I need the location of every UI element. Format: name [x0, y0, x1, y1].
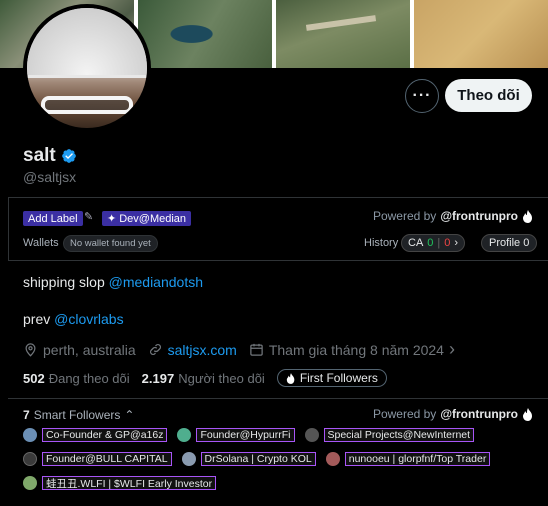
user-tag-label: Dev@Median: [119, 212, 187, 225]
followers-stat[interactable]: 2.197 Người theo dõi: [142, 371, 265, 386]
banner-tile: [276, 0, 410, 68]
follower-tag: Co-Founder & GP@a16z: [42, 428, 168, 442]
profile-pill-label: Profile: [489, 237, 521, 249]
chevron-right-icon: ›: [454, 237, 459, 249]
smart-followers-count: 7: [23, 408, 30, 422]
banner-tile: [138, 0, 272, 68]
followers-count: 2.197: [141, 370, 175, 386]
follower-tag: Founder@HypurrFi: [196, 428, 295, 442]
smart-follower-item[interactable]: nunooeu | glorpfnf/Top Trader: [325, 452, 491, 466]
profile-meta: perth, australia saltjsx.com Tham gia th…: [23, 339, 467, 360]
follower-avatar: [23, 428, 37, 442]
powered-brand: @frontrunpro: [440, 407, 518, 421]
smart-follower-item[interactable]: Founder@BULL CAPITAL: [23, 452, 172, 466]
location-pin-icon: [25, 343, 36, 357]
follower-avatar: [304, 428, 319, 442]
profile-name: salt: [23, 145, 56, 166]
following-label: Đang theo dõi: [48, 370, 130, 386]
smart-follower-item[interactable]: 蛙丑丑.WLFI | $WLFI Early Investor: [23, 476, 217, 490]
link-icon: [149, 344, 161, 355]
frontrun-logo-icon: [523, 209, 532, 223]
add-label-button[interactable]: Add Label: [23, 211, 83, 226]
bio-line-1: shipping slop @mediandotsh: [23, 274, 203, 290]
profile-name-row: salt: [23, 145, 77, 167]
ca-green-count: 0: [427, 237, 434, 249]
frontrun-logo-icon: [523, 407, 532, 421]
profile-pill-count: 0: [523, 237, 530, 249]
follower-tag: Special Projects@NewInternet: [323, 428, 475, 442]
follower-tag: 蛙丑丑.WLFI | $WLFI Early Investor: [42, 476, 217, 490]
joined-text: Tham gia tháng 8 năm 2024: [268, 341, 444, 358]
follow-stats: 502 Đang theo dõi 2.197 Người theo dõi Fir…: [23, 369, 387, 387]
powered-by-frontrun[interactable]: Powered by @frontrunpro: [373, 209, 534, 223]
follower-tag: DrSolana | Crypto KOL: [200, 452, 316, 466]
smart-followers-row: Co-Founder & GP@a16z Founder@HypurrFi Sp…: [23, 428, 477, 442]
avatar-hat: [27, 8, 147, 78]
banner-tile: [414, 0, 548, 68]
smart-followers-toggle[interactable]: 7 Smart Followers ⌃: [23, 408, 134, 422]
ca-history-pill[interactable]: CA 0 | 0 ›: [401, 234, 466, 252]
smart-followers-row: 蛙丑丑.WLFI | $WLFI Early Investor: [23, 476, 219, 490]
history-label: History: [364, 237, 399, 249]
verified-badge-icon[interactable]: [61, 148, 77, 164]
smart-follower-item[interactable]: Co-Founder & GP@a16z: [23, 428, 168, 442]
wallets-label: Wallets: [23, 237, 59, 249]
smart-followers-label: Smart Followers: [33, 408, 121, 422]
profile-avatar[interactable]: [23, 4, 151, 132]
following-count: 502: [23, 370, 45, 386]
follower-avatar: [325, 452, 340, 466]
smart-follower-item[interactable]: DrSolana | Crypto KOL: [181, 452, 316, 466]
follower-avatar: [23, 476, 37, 490]
bio-mention-link[interactable]: @mediandotsh: [109, 274, 203, 290]
powered-brand: @frontrunpro: [440, 209, 518, 223]
location-item: perth, australia: [23, 342, 136, 358]
website-item[interactable]: saltjsx.com: [148, 342, 237, 358]
divider: [8, 398, 548, 399]
first-followers-label: First Followers: [299, 371, 378, 385]
ca-label: CA: [408, 237, 424, 249]
ca-divider: |: [437, 237, 441, 249]
powered-by-text: Powered by: [372, 407, 437, 421]
chevron-right-icon: ›: [448, 339, 455, 359]
bio-mention-link[interactable]: @clovrlabs: [54, 311, 123, 327]
user-tag-badge[interactable]: ✦ Dev@Median: [102, 211, 192, 226]
sparkle-icon: ✦: [107, 213, 117, 225]
profile-history-pill[interactable]: Profile 0: [481, 234, 538, 252]
bio-text: shipping slop: [23, 274, 109, 290]
calendar-icon: [250, 343, 263, 356]
follower-avatar: [177, 428, 192, 442]
smart-follower-item[interactable]: Founder@HypurrFi: [177, 428, 295, 442]
powered-by-text: Powered by: [372, 209, 437, 223]
follower-avatar: [23, 452, 37, 466]
website-link[interactable]: saltjsx.com: [168, 342, 237, 358]
location-text: perth, australia: [43, 341, 136, 358]
ca-red-count: 0: [444, 237, 451, 249]
smart-follower-item[interactable]: Special Projects@NewInternet: [304, 428, 475, 442]
followers-label: Người theo dõi: [178, 370, 265, 386]
joined-item[interactable]: Tham gia tháng 8 năm 2024 ›: [249, 339, 455, 360]
chevron-up-icon: ⌃: [124, 408, 135, 422]
frontrun-logo-icon: [286, 372, 295, 384]
avatar-image: [27, 8, 147, 128]
more-options-button[interactable]: ···: [405, 79, 439, 113]
follow-button[interactable]: Theo dõi: [445, 79, 532, 112]
smart-followers-row: Founder@BULL CAPITAL DrSolana | Crypto K…: [23, 452, 493, 466]
follower-tag: nunooeu | glorpfnf/Top Trader: [344, 452, 491, 466]
avatar-glasses: [41, 96, 133, 114]
follower-avatar: [181, 452, 196, 466]
edit-pencil-icon[interactable]: ✎: [84, 210, 93, 223]
bio-line-2: prev @clovrlabs: [23, 311, 124, 327]
following-stat[interactable]: 502 Đang theo dõi: [23, 371, 130, 386]
powered-by-frontrun[interactable]: Powered by @frontrunpro: [373, 407, 534, 421]
first-followers-button[interactable]: First Followers: [276, 369, 387, 387]
bio-text: prev: [23, 311, 55, 327]
profile-handle: @saltjsx: [23, 169, 77, 185]
follower-tag: Founder@BULL CAPITAL: [42, 452, 172, 466]
no-wallet-badge: No wallet found yet: [63, 235, 158, 252]
